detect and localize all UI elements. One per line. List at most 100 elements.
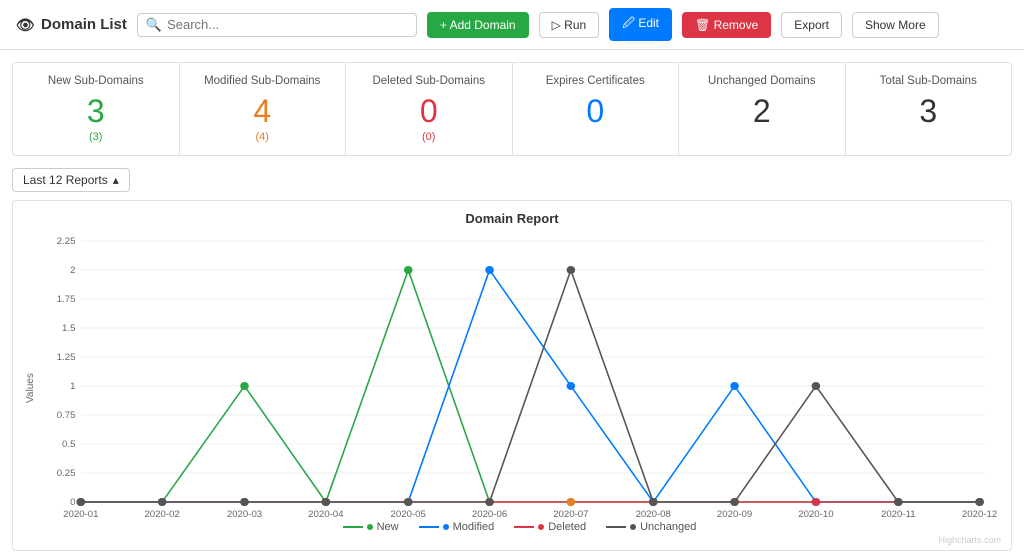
export-button[interactable]: Export <box>781 12 842 38</box>
app-header: 👁 Domain List 🔍 + Add Domain ▷ Run 🖉 Edi… <box>0 0 1024 50</box>
run-button[interactable]: ▷ Run <box>539 12 600 38</box>
stat-card-new-subdomains: New Sub-Domains 3 (3) <box>13 63 180 155</box>
unchanged-dot <box>485 498 494 506</box>
unchanged-dot <box>567 266 576 274</box>
modified-dot <box>485 266 494 274</box>
stat-label: Modified Sub-Domains <box>196 75 330 87</box>
legend-dot-modified <box>443 524 449 530</box>
svg-text:2.25: 2.25 <box>57 236 76 246</box>
svg-text:1.5: 1.5 <box>62 323 75 333</box>
stat-value: 3 <box>29 95 163 127</box>
svg-text:0.75: 0.75 <box>57 410 76 420</box>
chart-inner: Values <box>23 232 1001 545</box>
chart-area: 0 0.25 0.5 0.75 1 1.25 1.5 1.75 2 2.25 2… <box>38 232 1001 545</box>
new-dot <box>240 382 249 390</box>
stat-card-total-subdomains: Total Sub-Domains 3 <box>846 63 1012 155</box>
unchanged-dot <box>322 498 331 506</box>
legend-line-modified <box>419 526 439 528</box>
svg-text:0.25: 0.25 <box>57 468 76 478</box>
stat-value: 0 <box>529 95 663 127</box>
stat-card-deleted-subdomains: Deleted Sub-Domains 0 (0) <box>346 63 513 155</box>
svg-text:0.5: 0.5 <box>62 439 75 449</box>
svg-text:2020-12: 2020-12 <box>962 509 997 519</box>
modified-dot <box>567 382 576 390</box>
legend-deleted: Deleted <box>514 521 586 533</box>
stat-value: 0 <box>362 95 496 127</box>
legend-modified: Modified <box>419 521 495 533</box>
highcharts-credit: Highcharts.com <box>38 535 1001 545</box>
chart-legend: New Modified Deleted <box>38 521 1001 533</box>
search-input[interactable] <box>167 17 408 32</box>
legend-dot-deleted <box>538 524 544 530</box>
legend-dot-unchanged <box>630 524 636 530</box>
legend-new: New <box>343 521 399 533</box>
svg-text:0: 0 <box>70 497 75 507</box>
unchanged-dot <box>975 498 984 506</box>
svg-text:1.25: 1.25 <box>57 352 76 362</box>
stat-label: Unchanged Domains <box>695 75 829 87</box>
stats-row: New Sub-Domains 3 (3) Modified Sub-Domai… <box>12 62 1012 156</box>
stat-sub: (3) <box>29 131 163 143</box>
stat-card-unchanged-domains: Unchanged Domains 2 <box>679 63 846 155</box>
stat-label: Expires Certificates <box>529 75 663 87</box>
legend-unchanged: Unchanged <box>606 521 696 533</box>
deleted-dot <box>812 498 821 506</box>
legend-line-unchanged <box>606 526 626 528</box>
unchanged-dot <box>730 498 739 506</box>
svg-text:2020-02: 2020-02 <box>144 509 179 519</box>
chart-title: Domain Report <box>23 211 1001 226</box>
svg-text:2020-04: 2020-04 <box>308 509 343 519</box>
edit-button[interactable]: 🖉 Edit <box>609 8 672 41</box>
new-dot <box>404 266 413 274</box>
svg-text:2020-07: 2020-07 <box>553 509 588 519</box>
unchanged-dot <box>404 498 413 506</box>
stat-label: Deleted Sub-Domains <box>362 75 496 87</box>
show-more-button[interactable]: Show More <box>852 12 939 38</box>
unchanged-dot <box>240 498 249 506</box>
search-wrapper: 🔍 <box>137 13 417 37</box>
search-icon: 🔍 <box>146 17 162 33</box>
svg-text:1: 1 <box>70 381 75 391</box>
stat-card-expires-certs: Expires Certificates 0 <box>513 63 680 155</box>
svg-text:2020-11: 2020-11 <box>881 509 916 519</box>
legend-dot-new <box>367 524 373 530</box>
stat-value: 3 <box>862 95 996 127</box>
svg-text:2020-09: 2020-09 <box>717 509 752 519</box>
stat-label: Total Sub-Domains <box>862 75 996 87</box>
modified-dot <box>730 382 739 390</box>
y-axis-label: Values <box>23 232 38 545</box>
legend-label-deleted: Deleted <box>548 521 586 533</box>
svg-text:2: 2 <box>70 265 75 275</box>
chart-svg: 0 0.25 0.5 0.75 1 1.25 1.5 1.75 2 2.25 2… <box>38 232 1001 512</box>
stat-sub: (0) <box>362 131 496 143</box>
legend-line-new <box>343 526 363 528</box>
unchanged-dot <box>158 498 167 506</box>
unchanged-dot <box>649 498 658 506</box>
svg-text:2020-10: 2020-10 <box>798 509 833 519</box>
reports-dropdown-button[interactable]: Last 12 Reports ▴ <box>12 168 130 192</box>
stat-label: New Sub-Domains <box>29 75 163 87</box>
stat-sub: (4) <box>196 131 330 143</box>
svg-text:2020-08: 2020-08 <box>636 509 671 519</box>
stat-value: 4 <box>196 95 330 127</box>
eye-icon: 👁 <box>16 16 35 34</box>
reports-controls: Last 12 Reports ▴ <box>12 168 1012 192</box>
unchanged-dot <box>812 382 821 390</box>
deleted-dot <box>567 498 576 506</box>
unchanged-dot <box>77 498 86 506</box>
svg-text:2020-03: 2020-03 <box>227 509 262 519</box>
svg-text:2020-05: 2020-05 <box>391 509 426 519</box>
chevron-down-icon: ▴ <box>113 173 119 187</box>
add-domain-button[interactable]: + Add Domain <box>427 12 529 38</box>
legend-label-new: New <box>377 521 399 533</box>
svg-text:1.75: 1.75 <box>57 294 76 304</box>
unchanged-dot <box>894 498 903 506</box>
legend-label-modified: Modified <box>453 521 495 533</box>
reports-section: Last 12 Reports ▴ Domain Report Values <box>12 168 1012 551</box>
page-title: 👁 Domain List <box>16 16 127 34</box>
svg-text:2020-01: 2020-01 <box>63 509 98 519</box>
remove-button[interactable]: 🗑 Remove <box>682 12 771 38</box>
legend-label-unchanged: Unchanged <box>640 521 696 533</box>
stat-card-modified-subdomains: Modified Sub-Domains 4 (4) <box>180 63 347 155</box>
legend-line-deleted <box>514 526 534 528</box>
